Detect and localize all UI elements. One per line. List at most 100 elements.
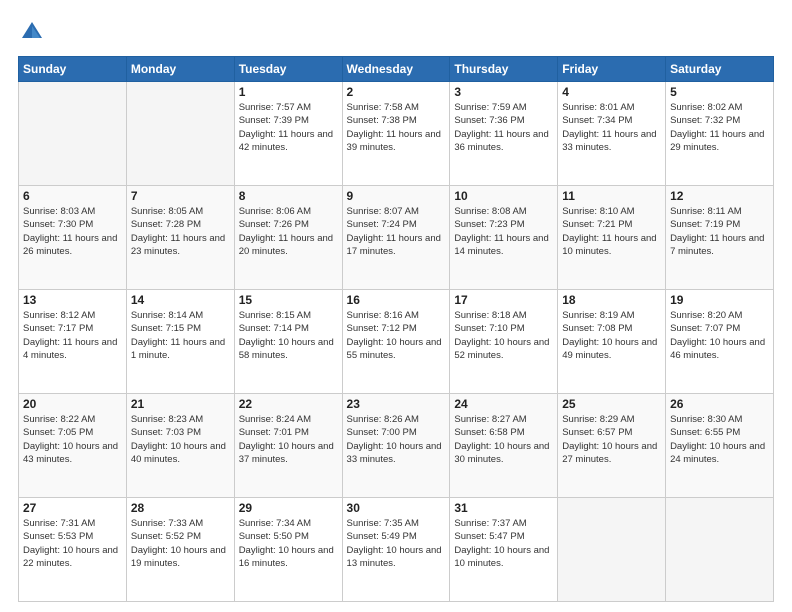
day-number: 20 [23,397,122,411]
calendar-cell: 15 Sunrise: 8:15 AMSunset: 7:14 PMDayligh… [234,290,342,394]
calendar-cell: 10 Sunrise: 8:08 AMSunset: 7:23 PMDayligh… [450,186,558,290]
day-info: Sunrise: 8:10 AMSunset: 7:21 PMDaylight:… [562,205,661,258]
day-number: 16 [347,293,446,307]
calendar-cell: 21 Sunrise: 8:23 AMSunset: 7:03 PMDayligh… [126,394,234,498]
day-number: 27 [23,501,122,515]
day-number: 31 [454,501,553,515]
day-info: Sunrise: 8:05 AMSunset: 7:28 PMDaylight:… [131,205,230,258]
calendar-cell: 18Sunrise: 8:19 AMSunset: 7:08 PMDayligh… [558,290,666,394]
day-number: 24 [454,397,553,411]
calendar-header-monday: Monday [126,57,234,82]
calendar-cell: 9 Sunrise: 8:07 AMSunset: 7:24 PMDaylight… [342,186,450,290]
day-number: 9 [347,189,446,203]
calendar-cell: 6 Sunrise: 8:03 AMSunset: 7:30 PMDaylight… [19,186,127,290]
calendar-cell: 1 Sunrise: 7:57 AMSunset: 7:39 PMDaylight… [234,82,342,186]
day-number: 21 [131,397,230,411]
calendar-cell: 5 Sunrise: 8:02 AMSunset: 7:32 PMDaylight… [666,82,774,186]
calendar-cell: 23Sunrise: 8:26 AMSunset: 7:00 PMDayligh… [342,394,450,498]
day-number: 4 [562,85,661,99]
day-number: 10 [454,189,553,203]
logo [18,18,50,46]
calendar-week-row: 13 Sunrise: 8:12 AMSunset: 7:17 PMDayligh… [19,290,774,394]
calendar-cell: 26 Sunrise: 8:30 AMSunset: 6:55 PMDayligh… [666,394,774,498]
day-number: 29 [239,501,338,515]
day-number: 18 [562,293,661,307]
calendar-header-thursday: Thursday [450,57,558,82]
calendar-cell [558,498,666,602]
calendar-week-row: 27 Sunrise: 7:31 AMSunset: 5:53 PMDayligh… [19,498,774,602]
day-info: Sunrise: 7:59 AMSunset: 7:36 PMDaylight:… [454,101,553,154]
day-info: Sunrise: 8:07 AMSunset: 7:24 PMDaylight:… [347,205,446,258]
day-info: Sunrise: 7:34 AMSunset: 5:50 PMDaylight:… [239,517,338,570]
calendar-cell [126,82,234,186]
calendar-cell: 13 Sunrise: 8:12 AMSunset: 7:17 PMDayligh… [19,290,127,394]
calendar-cell: 28 Sunrise: 7:33 AMSunset: 5:52 PMDayligh… [126,498,234,602]
day-info: Sunrise: 7:31 AMSunset: 5:53 PMDaylight:… [23,517,122,570]
day-info: Sunrise: 8:29 AMSunset: 6:57 PMDaylight:… [562,413,661,466]
calendar-week-row: 1 Sunrise: 7:57 AMSunset: 7:39 PMDaylight… [19,82,774,186]
calendar-week-row: 6 Sunrise: 8:03 AMSunset: 7:30 PMDaylight… [19,186,774,290]
day-info: Sunrise: 7:58 AMSunset: 7:38 PMDaylight:… [347,101,446,154]
calendar-header-sunday: Sunday [19,57,127,82]
day-info: Sunrise: 8:11 AMSunset: 7:19 PMDaylight:… [670,205,769,258]
calendar-cell: 20Sunrise: 8:22 AMSunset: 7:05 PMDayligh… [19,394,127,498]
day-number: 30 [347,501,446,515]
day-info: Sunrise: 8:12 AMSunset: 7:17 PMDaylight:… [23,309,122,362]
day-number: 26 [670,397,769,411]
calendar-header-row: SundayMondayTuesdayWednesdayThursdayFrid… [19,57,774,82]
calendar-table: SundayMondayTuesdayWednesdayThursdayFrid… [18,56,774,602]
day-info: Sunrise: 8:02 AMSunset: 7:32 PMDaylight:… [670,101,769,154]
day-info: Sunrise: 8:01 AMSunset: 7:34 PMDaylight:… [562,101,661,154]
calendar-header-wednesday: Wednesday [342,57,450,82]
day-number: 17 [454,293,553,307]
day-info: Sunrise: 8:30 AMSunset: 6:55 PMDaylight:… [670,413,769,466]
day-number: 5 [670,85,769,99]
day-info: Sunrise: 8:08 AMSunset: 7:23 PMDaylight:… [454,205,553,258]
calendar-cell: 16 Sunrise: 8:16 AMSunset: 7:12 PMDayligh… [342,290,450,394]
page: SundayMondayTuesdayWednesdayThursdayFrid… [0,0,792,612]
day-info: Sunrise: 8:16 AMSunset: 7:12 PMDaylight:… [347,309,446,362]
day-number: 7 [131,189,230,203]
day-info: Sunrise: 8:23 AMSunset: 7:03 PMDaylight:… [131,413,230,466]
day-number: 13 [23,293,122,307]
day-number: 12 [670,189,769,203]
calendar-cell: 19 Sunrise: 8:20 AMSunset: 7:07 PMDayligh… [666,290,774,394]
day-info: Sunrise: 8:03 AMSunset: 7:30 PMDaylight:… [23,205,122,258]
day-number: 15 [239,293,338,307]
day-number: 3 [454,85,553,99]
day-info: Sunrise: 8:14 AMSunset: 7:15 PMDaylight:… [131,309,230,362]
calendar-cell [19,82,127,186]
calendar-cell: 11 Sunrise: 8:10 AMSunset: 7:21 PMDayligh… [558,186,666,290]
day-number: 11 [562,189,661,203]
day-info: Sunrise: 7:35 AMSunset: 5:49 PMDaylight:… [347,517,446,570]
logo-icon [18,18,46,46]
day-number: 28 [131,501,230,515]
calendar-cell: 31Sunrise: 7:37 AMSunset: 5:47 PMDayligh… [450,498,558,602]
day-info: Sunrise: 7:33 AMSunset: 5:52 PMDaylight:… [131,517,230,570]
day-number: 14 [131,293,230,307]
day-info: Sunrise: 8:20 AMSunset: 7:07 PMDaylight:… [670,309,769,362]
day-info: Sunrise: 8:27 AMSunset: 6:58 PMDaylight:… [454,413,553,466]
calendar-header-saturday: Saturday [666,57,774,82]
calendar-cell: 25 Sunrise: 8:29 AMSunset: 6:57 PMDayligh… [558,394,666,498]
day-info: Sunrise: 7:57 AMSunset: 7:39 PMDaylight:… [239,101,338,154]
day-info: Sunrise: 8:15 AMSunset: 7:14 PMDaylight:… [239,309,338,362]
calendar-header-tuesday: Tuesday [234,57,342,82]
calendar-cell: 4 Sunrise: 8:01 AMSunset: 7:34 PMDaylight… [558,82,666,186]
day-number: 6 [23,189,122,203]
calendar-cell: 17Sunrise: 8:18 AMSunset: 7:10 PMDayligh… [450,290,558,394]
day-number: 22 [239,397,338,411]
header [18,18,774,46]
day-number: 1 [239,85,338,99]
day-number: 25 [562,397,661,411]
calendar-cell: 8Sunrise: 8:06 AMSunset: 7:26 PMDaylight… [234,186,342,290]
calendar-cell [666,498,774,602]
calendar-cell: 14 Sunrise: 8:14 AMSunset: 7:15 PMDayligh… [126,290,234,394]
day-number: 19 [670,293,769,307]
calendar-header-friday: Friday [558,57,666,82]
day-number: 8 [239,189,338,203]
calendar-cell: 3 Sunrise: 7:59 AMSunset: 7:36 PMDaylight… [450,82,558,186]
calendar-cell: 7 Sunrise: 8:05 AMSunset: 7:28 PMDaylight… [126,186,234,290]
day-info: Sunrise: 8:26 AMSunset: 7:00 PMDaylight:… [347,413,446,466]
calendar-week-row: 20Sunrise: 8:22 AMSunset: 7:05 PMDayligh… [19,394,774,498]
